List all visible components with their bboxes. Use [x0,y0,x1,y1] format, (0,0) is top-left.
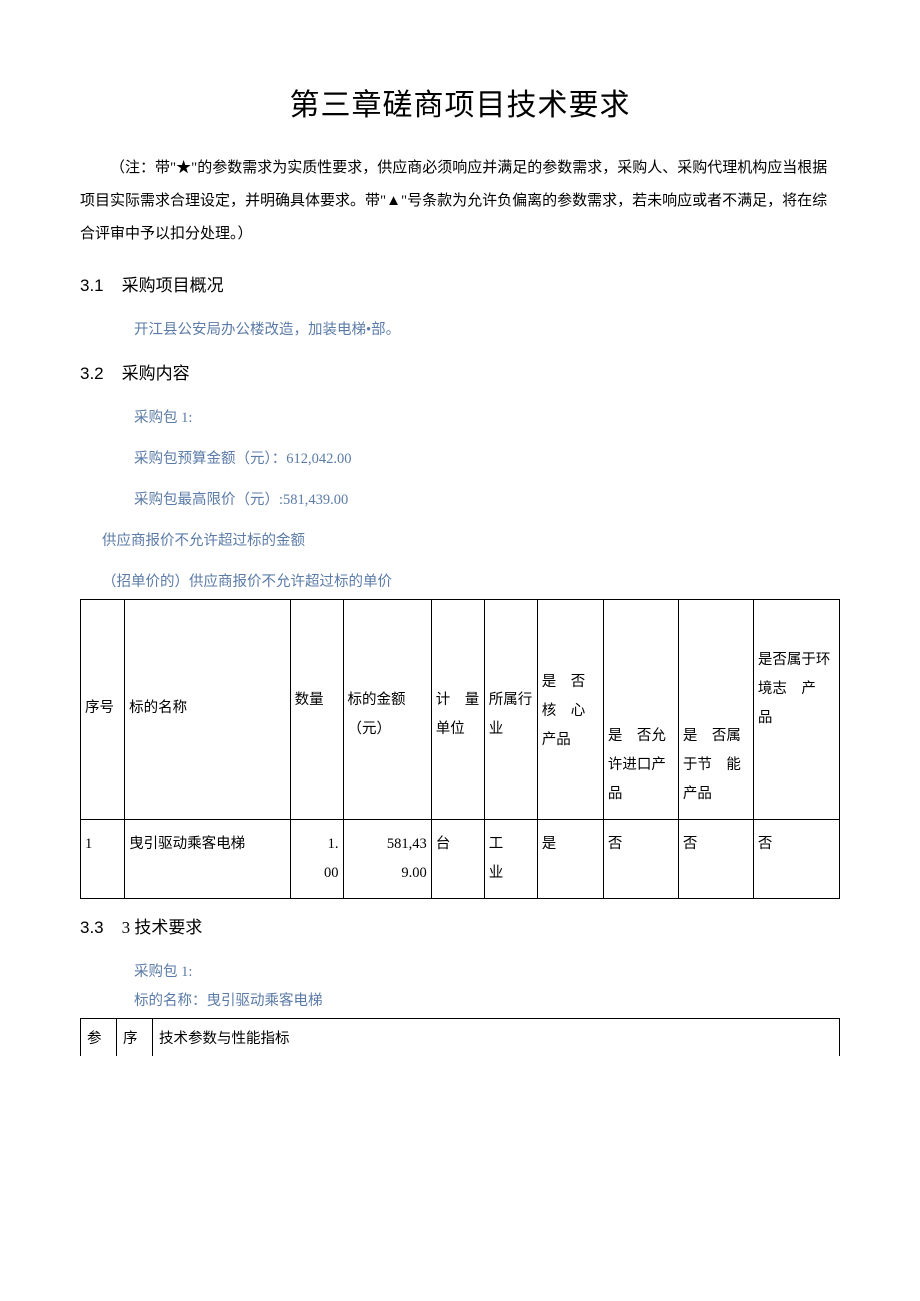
package-label: 采购包 1: [134,406,840,427]
page-title: 第三章磋商项目技术要求 [80,80,840,124]
budget-amount: 采购包预算金额（元）：612,042.00 [134,447,840,468]
section-3-1-heading: 3.1 采购项目概况 [80,271,840,296]
section-3-2-number: 3.2 [80,364,104,383]
col-import: 是 否允 许进口产品 [603,600,678,820]
cell-core: 是 [537,820,603,899]
cell-name: 曳引驱动乘客电梯 [125,820,290,899]
items-table: 序号 标的名称 数量 标的金额（元） 计 量单位 所属行业 是 否核 心产品 是… [80,599,840,899]
table-header-row: 序号 标的名称 数量 标的金额（元） 计 量单位 所属行业 是 否核 心产品 是… [81,600,840,820]
ceiling-amount: 采购包最高限价（元）:581,439.00 [134,488,840,509]
spec-col-1: 参 [81,1019,117,1057]
bid-name-line: 标的名称：曳引驱动乘客电梯 [134,989,840,1010]
col-unit: 计 量单位 [431,600,484,820]
col-core: 是 否核 心产品 [537,600,603,820]
col-industry: 所属行业 [484,600,537,820]
spec-col-3: 技术参数与性能指标 [153,1019,840,1057]
cell-amount: 581,439.00 [343,820,431,899]
col-energy: 是 否属 于节 能产品 [678,600,753,820]
section-3-3-heading: 3.3 3 技术要求 [80,913,840,938]
section-3-3-label: 3 技术要求 [122,918,203,937]
cell-qty: 1.00 [290,820,343,899]
section-3-3-number: 3.3 [80,918,104,937]
cell-env: 否 [753,820,839,899]
section-3-1-number: 3.1 [80,276,104,295]
cell-industry: 工业 [484,820,537,899]
note-paragraph: （注：带"★"的参数需求为实质性要求，供应商必须响应并满足的参数需求，采购人、采… [80,152,840,251]
cell-unit: 台 [431,820,484,899]
section-3-1-label: 采购项目概况 [122,276,224,295]
spec-table: 参 序 技术参数与性能指标 [80,1018,840,1056]
section-3-2-heading: 3.2 采购内容 [80,359,840,384]
project-overview: 开江县公安局办公楼改造，加装电梯•部。 [134,318,840,339]
col-env: 是否属于环境志 产 品 [753,600,839,820]
col-amount: 标的金额（元） [343,600,431,820]
quote-rule-2: （招单价的）供应商报价不允许超过标的单价 [102,570,840,591]
cell-energy: 否 [678,820,753,899]
spec-header-row: 参 序 技术参数与性能指标 [81,1019,840,1057]
cell-import: 否 [603,820,678,899]
quote-rule-1: 供应商报价不允许超过标的金额 [102,529,840,550]
cell-seq: 1 [81,820,125,899]
col-qty: 数量 [290,600,343,820]
section-3-2-label: 采购内容 [122,364,190,383]
table-row: 1 曳引驱动乘客电梯 1.00 581,439.00 台 工业 是 否 否 否 [81,820,840,899]
col-seq: 序号 [81,600,125,820]
package-label-2: 采购包 1: [134,960,840,981]
spec-col-2: 序 [117,1019,153,1057]
col-name: 标的名称 [125,600,290,820]
